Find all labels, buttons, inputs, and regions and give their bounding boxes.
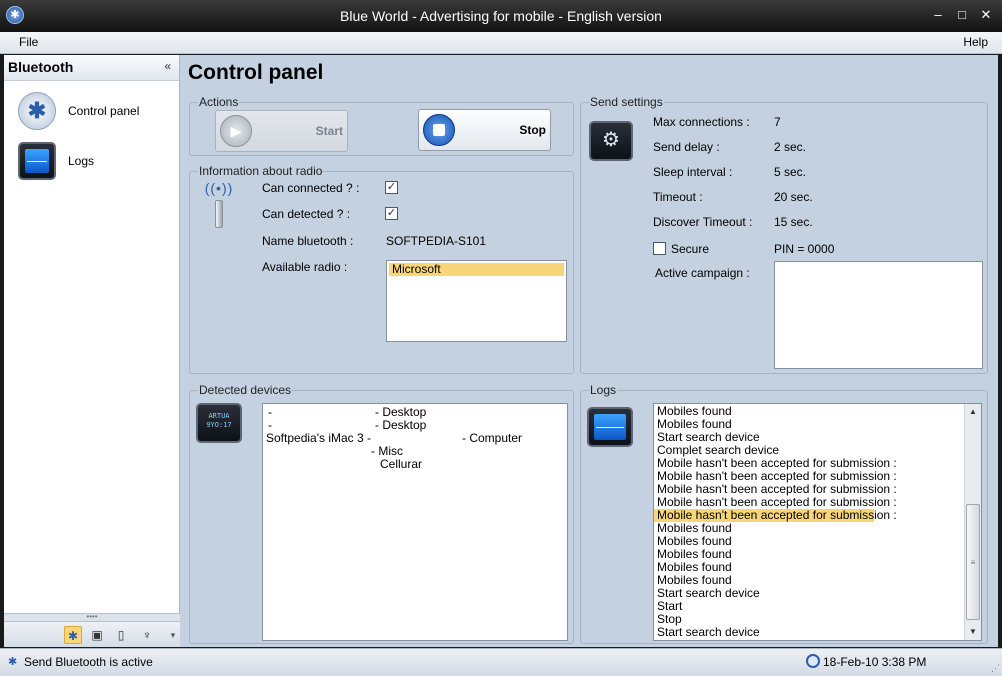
resize-grip[interactable]: ⋰ [991,663,1000,674]
minimize-button[interactable]: – [930,6,946,24]
actions-group: Actions ▶ Start Stop [189,95,574,156]
monitor-pulse-icon [587,407,633,447]
sidebar-title: Bluetooth [8,59,74,75]
log-entry[interactable]: Start [654,600,874,613]
can-detected-label: Can detected ? : [262,207,351,221]
max-connections-label: Max connections : [653,115,750,129]
monitor-pulse-icon [18,142,56,180]
start-button-label: Start [315,124,343,138]
bluetooth-icon: ✱ [18,92,56,130]
logs-legend: Logs [589,383,618,397]
pin-value: PIN = 0000 [774,242,835,256]
secure-label[interactable]: Secure [671,242,709,256]
available-radio-list[interactable]: Microsoft [386,260,567,342]
active-campaign-list[interactable] [774,261,983,369]
stop-icon [423,114,455,146]
device-type: Cellurar [380,457,423,471]
timeout-value: 20 sec. [774,190,813,204]
radio-antenna-icon: ((•)) [196,180,242,230]
menu-bar: File Help [0,32,1002,54]
can-connected-label: Can connected ? : [262,181,360,195]
start-button[interactable]: ▶ Start [215,110,348,152]
send-settings-legend: Send settings [589,95,664,109]
detected-devices-list[interactable]: - - Desktop - - Desktop Softpedia's iMac… [262,403,568,641]
sidebar-header: Bluetooth « [4,55,179,81]
scroll-up-icon[interactable]: ▲ [965,404,981,420]
log-entry[interactable]: Start search device [654,587,874,600]
active-campaign-label: Active campaign : [655,266,750,280]
collapse-sidebar-button[interactable]: « [164,59,171,73]
microphone-icon[interactable]: ♆ [138,626,156,644]
device-display-icon: ARTUA 9YO:17 [196,403,242,443]
sleep-interval-label: Sleep interval : [653,165,733,179]
log-entry[interactable]: Start search device [654,626,874,639]
send-settings-group: Send settings ⚙ Max connections : 7 Send… [580,95,988,374]
send-delay-label: Send delay : [653,140,720,154]
status-datetime: 18-Feb-10 3:38 PM [823,655,927,669]
sidebar-item-label: Logs [68,154,95,168]
device-type: - Misc [371,444,403,458]
clock-icon [806,654,820,668]
sidebar-toolbar: ✱ ▣ ▯ ♆ ▾ [4,621,180,647]
stop-button-label: Stop [519,123,546,137]
device-icon-text: ARTUA [208,412,230,420]
device-type: - Computer [462,431,523,445]
window-title: Blue World - Advertising for mobile - En… [340,8,662,24]
close-button[interactable]: ✕ [978,6,994,24]
sidebar-splitter-grip[interactable]: •••• [4,613,180,621]
discover-timeout-label: Discover Timeout : [653,215,753,229]
bluetooth-status-icon: ✱ [8,656,18,668]
bluetooth-icon[interactable]: ✱ [64,626,82,644]
logs-group: Logs Mobiles found Mobiles found Start sea… [580,383,988,644]
bluetooth-icon[interactable]: ✱ [6,6,24,24]
device-icon[interactable]: ▯ [112,626,130,644]
sidebar: Bluetooth « ✱ Control panel Logs •••• ✱ … [4,55,180,647]
sidebar-item-label: Control panel [68,104,140,118]
radio-info-legend: Information about radio [198,164,324,178]
maximize-button[interactable]: □ [954,6,970,24]
discover-timeout-value: 15 sec. [774,215,813,229]
device-type: - Desktop [375,405,427,419]
send-delay-value: 2 sec. [774,140,807,154]
list-item[interactable]: Microsoft [389,263,564,276]
main-panel: Control panel Actions ▶ Start Stop Infor… [180,55,998,647]
play-icon: ▶ [220,115,252,147]
logs-list[interactable]: Mobiles found Mobiles found Start search d… [653,403,982,641]
can-connected-checkbox[interactable]: ✓ [385,181,398,194]
logs-icon[interactable]: ▣ [88,626,106,644]
status-text: Send Bluetooth is active [24,655,153,669]
max-connections-value: 7 [774,115,781,129]
sidebar-item-logs[interactable]: Logs [4,140,180,184]
detected-devices-legend: Detected devices [198,383,293,397]
device-type: - Desktop [375,418,427,432]
settings-gear-icon: ⚙ [589,121,633,161]
sidebar-item-control-panel[interactable]: ✱ Control panel [4,90,180,134]
page-title: Control panel [188,61,324,84]
secure-checkbox[interactable] [653,242,666,255]
status-bar: ✱ Send Bluetooth is active 18-Feb-10 3:3… [0,648,1002,676]
bluetooth-name-value: SOFTPEDIA-S101 [386,234,487,248]
can-detected-checkbox[interactable]: ✓ [385,207,398,220]
device-name: - [268,418,272,432]
actions-legend: Actions [198,95,240,109]
device-name: - [268,405,272,419]
sleep-interval-value: 5 sec. [774,165,807,179]
device-name: Softpedia's iMac 3 - [266,431,372,445]
bluetooth-name-label: Name bluetooth : [262,234,354,248]
menu-file[interactable]: File [19,35,38,49]
timeout-label: Timeout : [653,190,703,204]
stop-button[interactable]: Stop [418,109,551,151]
title-bar: ✱ Blue World - Advertising for mobile - … [0,0,1002,32]
logs-scrollbar[interactable]: ▲ ≡ ▼ [964,404,981,640]
scroll-thumb[interactable]: ≡ [966,504,980,620]
detected-devices-group: Detected devices ARTUA 9YO:17 - - Deskto… [189,383,574,644]
scroll-down-icon[interactable]: ▼ [965,624,981,640]
menu-help[interactable]: Help [963,35,988,49]
radio-info-group: Information about radio ((•)) Can connec… [189,164,574,374]
device-icon-text: 9YO:17 [206,421,232,429]
available-radio-label: Available radio : [262,260,348,274]
